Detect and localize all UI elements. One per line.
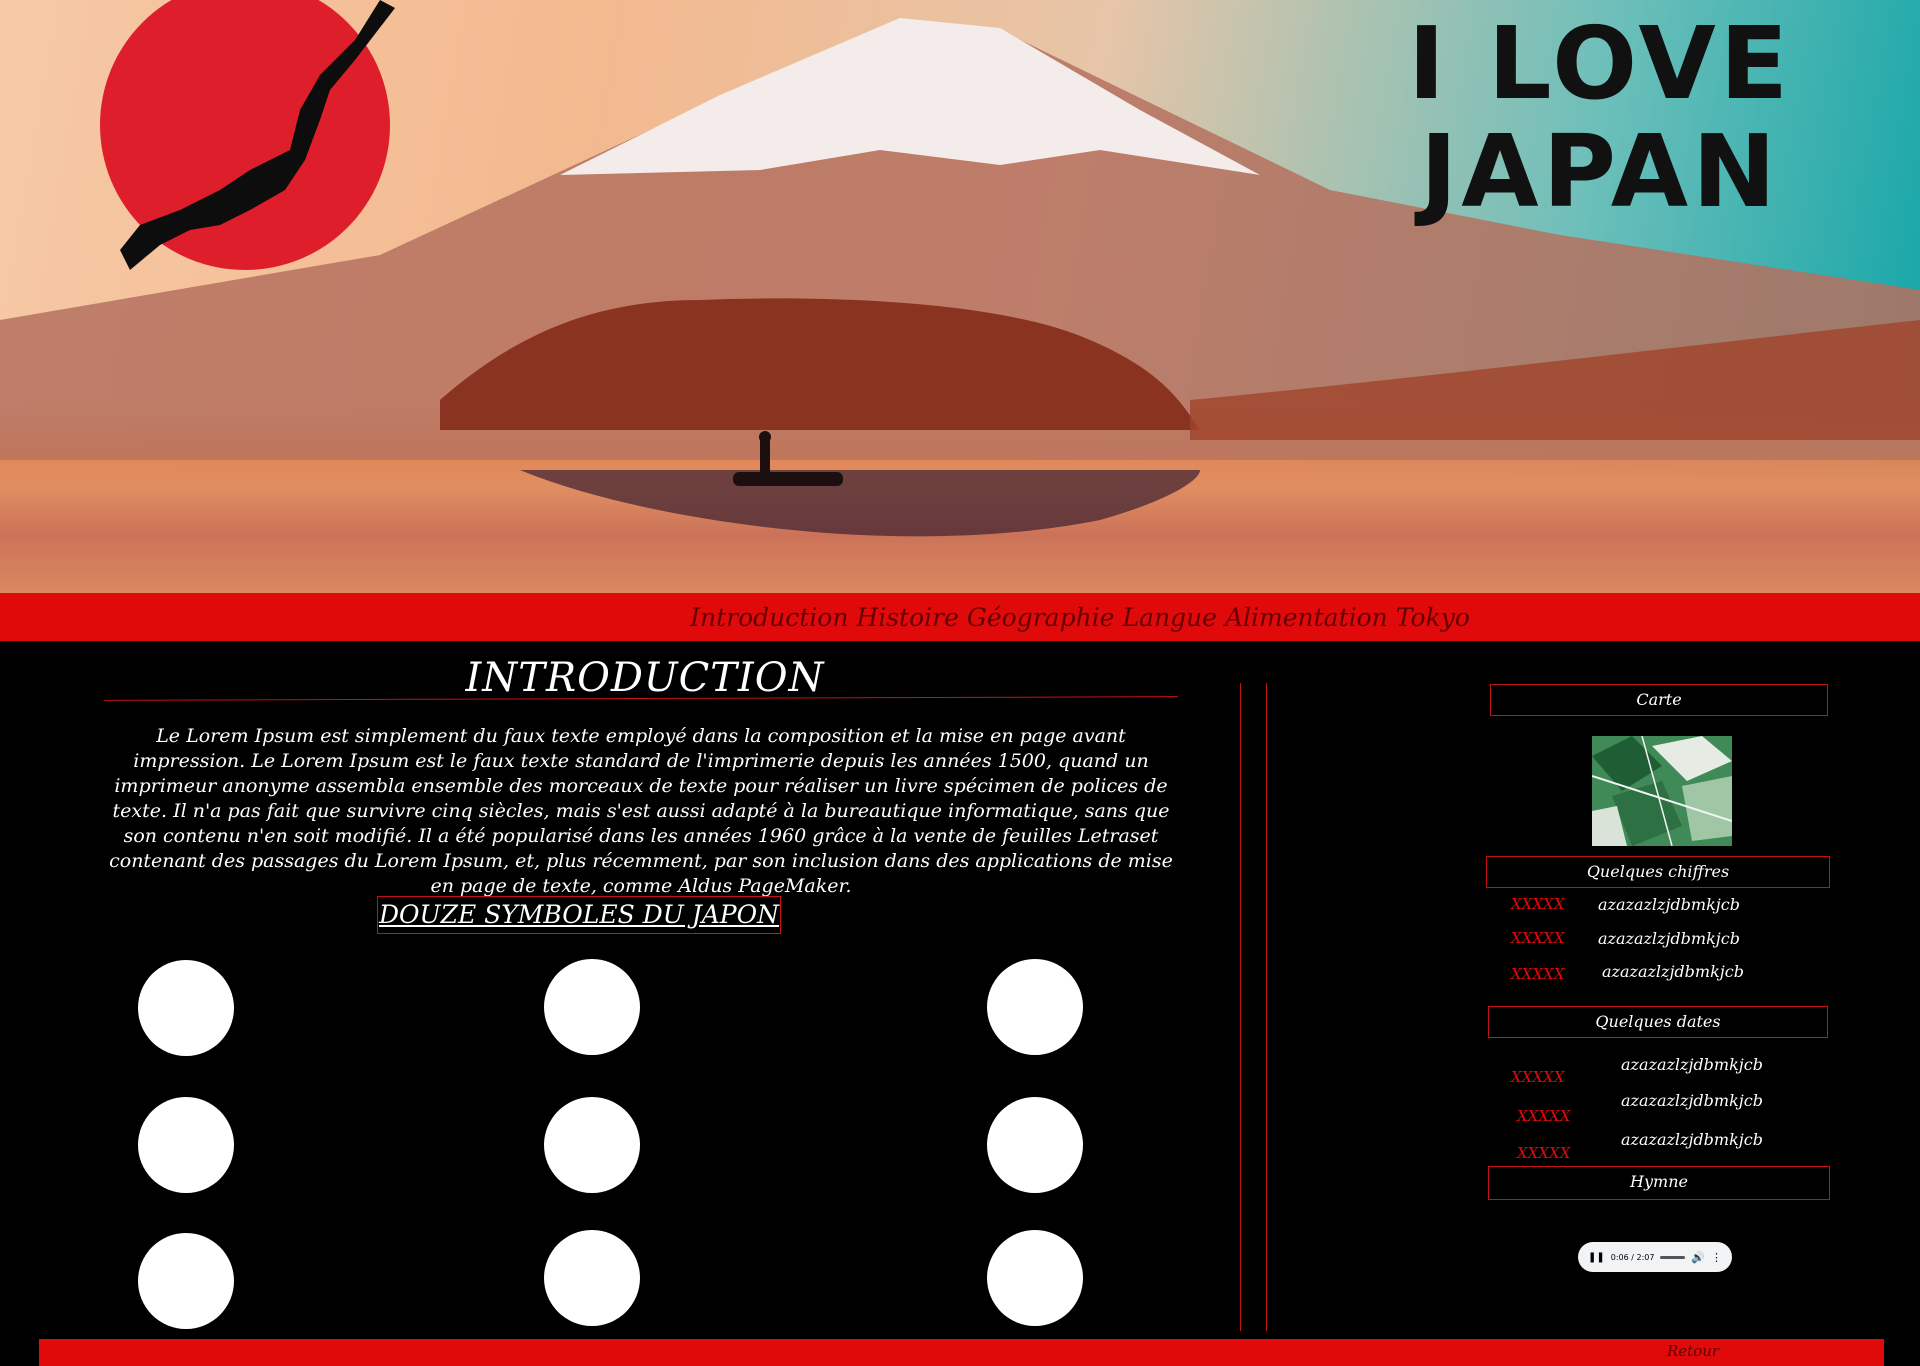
date-value: azazazlzjdbmkjcb (1621, 1091, 1763, 1110)
date-label: XXXXX (1511, 1068, 1565, 1086)
column-divider-right (1266, 683, 1267, 1331)
mount-fuji-snow (560, 18, 1260, 175)
pause-icon[interactable]: ❚❚ (1588, 1252, 1605, 1263)
symbol-circle[interactable] (987, 1230, 1083, 1326)
nav-tokyo[interactable]: Tokyo (1396, 603, 1470, 632)
main-nav: Introduction Histoire Géographie Langue … (0, 593, 1920, 641)
symbol-circle[interactable] (544, 1097, 640, 1193)
map-illustration (1592, 736, 1732, 846)
nav-alimentation[interactable]: Alimentation (1225, 603, 1388, 632)
figure-label: XXXXX (1511, 895, 1565, 913)
symbol-circle[interactable] (138, 1233, 234, 1329)
symbol-circle[interactable] (987, 959, 1083, 1055)
more-options-icon[interactable]: ⋮ (1711, 1251, 1722, 1264)
symbol-circle[interactable] (138, 1097, 234, 1193)
figure-label: XXXXX (1511, 929, 1565, 947)
audio-progress-bar[interactable] (1660, 1255, 1686, 1259)
figure-value: azazazlzjdbmkjcb (1602, 962, 1744, 981)
intro-title: INTRODUCTION (465, 655, 825, 701)
symbols-title: DOUZE SYMBOLES DU JAPON (377, 896, 781, 934)
nav-histoire[interactable]: Histoire (856, 603, 958, 632)
figure-value: azazazlzjdbmkjcb (1598, 895, 1740, 914)
symbol-circle[interactable] (987, 1097, 1083, 1193)
dates-title: Quelques dates (1488, 1006, 1828, 1038)
figures-title: Quelques chiffres (1486, 856, 1830, 888)
anthem-audio-player[interactable]: ❚❚ 0:06 / 2:07 🔊 ⋮ (1578, 1242, 1732, 1272)
symbol-circle[interactable] (544, 1230, 640, 1326)
anthem-title: Hymne (1488, 1166, 1830, 1200)
symbol-circle[interactable] (138, 960, 234, 1056)
footer-bar: Retour (39, 1339, 1884, 1366)
boat-icon (733, 472, 843, 486)
date-label: XXXXX (1517, 1107, 1571, 1125)
audio-time: 0:06 / 2:07 (1610, 1252, 1655, 1262)
nav-langue[interactable]: Langue (1122, 603, 1217, 632)
figure-label: XXXXX (1511, 965, 1565, 983)
map-title: Carte (1490, 684, 1828, 716)
intro-paragraph: Le Lorem Ipsum est simplement du faux te… (109, 725, 1173, 897)
map-image[interactable] (1592, 736, 1732, 846)
figures-title-label: Quelques chiffres (1586, 862, 1730, 881)
hero-title-line2: JAPAN (1420, 113, 1780, 230)
fisherman-icon (760, 440, 770, 474)
hero-title: I LOVE JAPAN (1390, 10, 1810, 226)
column-divider-left (1240, 683, 1241, 1331)
hero-banner: I LOVE JAPAN (0, 0, 1920, 593)
hero-title-line1: I LOVE (1407, 5, 1793, 122)
dates-title-label: Quelques dates (1595, 1012, 1721, 1031)
map-title-label: Carte (1636, 690, 1682, 709)
anthem-title-label: Hymne (1630, 1172, 1688, 1191)
nav-introduction[interactable]: Introduction (690, 603, 848, 632)
date-label: XXXXX (1517, 1144, 1571, 1162)
date-value: azazazlzjdbmkjcb (1621, 1130, 1763, 1149)
figure-value: azazazlzjdbmkjcb (1598, 929, 1740, 948)
back-link[interactable]: Retour (1667, 1342, 1719, 1360)
date-value: azazazlzjdbmkjcb (1621, 1055, 1763, 1074)
volume-icon[interactable]: 🔊 (1691, 1251, 1705, 1264)
nav-geographie[interactable]: Géographie (967, 603, 1115, 632)
symbol-circle[interactable] (544, 959, 640, 1055)
